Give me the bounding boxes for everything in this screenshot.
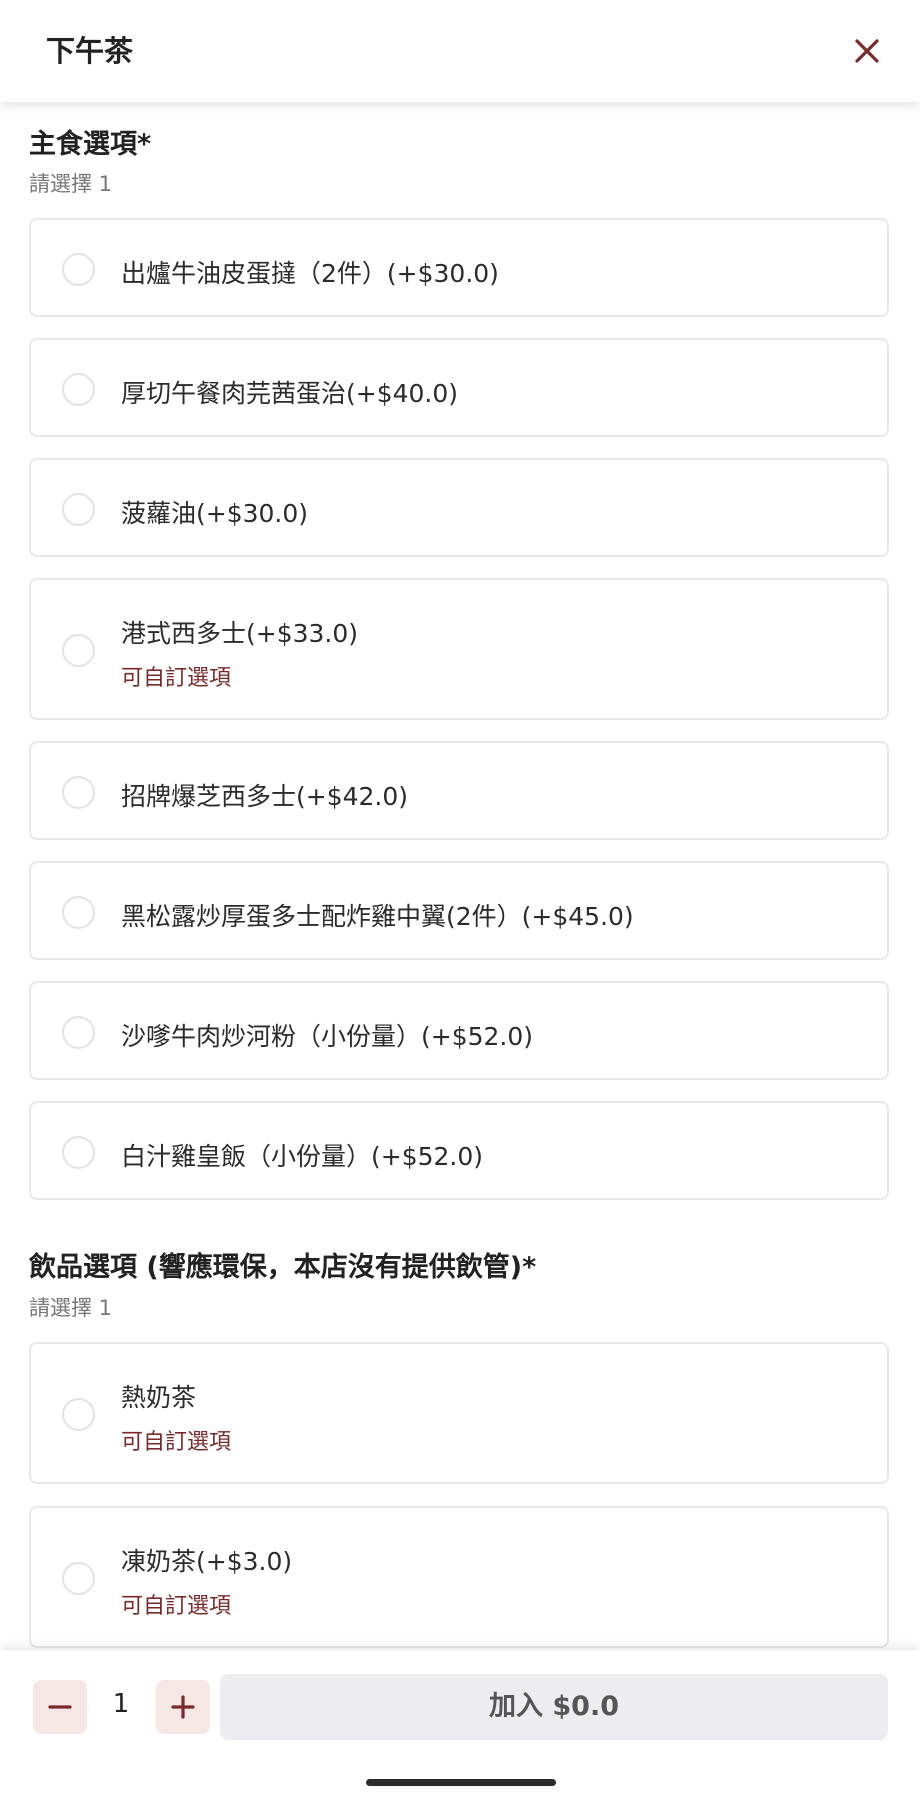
page-title: 下午茶 (46, 34, 134, 68)
modal-header: 下午茶 (0, 0, 920, 102)
radio-button[interactable] (62, 776, 95, 809)
plus-icon (171, 1695, 195, 1719)
section-subtitle-main: 請選擇 1 (29, 172, 113, 196)
option-item[interactable]: 出爐牛油皮蛋撻（2件）(+$30.0) (29, 218, 889, 317)
option-item[interactable]: 招牌爆芝西多士(+$42.0) (29, 741, 889, 840)
radio-button[interactable] (62, 634, 95, 667)
decrease-quantity-button[interactable] (33, 1680, 87, 1734)
option-label: 出爐牛油皮蛋撻（2件）(+$30.0) (121, 259, 499, 288)
option-item[interactable]: 白汁雞皇飯（小份量）(+$52.0) (29, 1101, 889, 1200)
customizable-note: 可自訂選項 (121, 1594, 232, 1619)
option-item[interactable]: 沙嗲牛肉炒河粉（小份量）(+$52.0) (29, 981, 889, 1080)
close-button[interactable] (842, 26, 892, 76)
radio-button[interactable] (62, 1136, 95, 1169)
option-item[interactable]: 黑松露炒厚蛋多士配炸雞中翼(2件）(+$45.0) (29, 861, 889, 960)
option-label: 熱奶茶 (121, 1383, 197, 1412)
option-label: 白汁雞皇飯（小份量）(+$52.0) (121, 1142, 484, 1171)
option-label: 黑松露炒厚蛋多士配炸雞中翼(2件）(+$45.0) (121, 902, 634, 931)
close-icon (855, 39, 879, 63)
radio-button[interactable] (62, 1016, 95, 1049)
option-item[interactable]: 菠蘿油(+$30.0) (29, 458, 889, 557)
option-label: 凍奶茶(+$3.0) (121, 1547, 293, 1576)
increase-quantity-button[interactable] (156, 1680, 210, 1734)
option-label: 沙嗲牛肉炒河粉（小份量）(+$52.0) (121, 1022, 534, 1051)
option-label: 厚切午餐肉芫茜蛋治(+$40.0) (121, 379, 459, 408)
quantity-value: 1 (112, 1689, 130, 1719)
option-item[interactable]: 凍奶茶(+$3.0) 可自訂選項 (29, 1506, 889, 1648)
option-item[interactable]: 港式西多士(+$33.0) 可自訂選項 (29, 578, 889, 720)
radio-button[interactable] (62, 1562, 95, 1595)
home-indicator (366, 1779, 556, 1786)
option-label: 港式西多士(+$33.0) (121, 619, 359, 648)
radio-button[interactable] (62, 493, 95, 526)
section-subtitle-drinks: 請選擇 1 (29, 1296, 113, 1320)
option-label: 菠蘿油(+$30.0) (121, 499, 309, 528)
option-label: 招牌爆芝西多士(+$42.0) (121, 782, 409, 811)
customizable-note: 可自訂選項 (121, 1430, 232, 1455)
radio-button[interactable] (62, 253, 95, 286)
radio-button[interactable] (62, 373, 95, 406)
section-title-main: 主食選項* (29, 129, 152, 160)
option-item[interactable]: 厚切午餐肉芫茜蛋治(+$40.0) (29, 338, 889, 437)
radio-button[interactable] (62, 1398, 95, 1431)
customizable-note: 可自訂選項 (121, 666, 232, 691)
option-item[interactable]: 熱奶茶 可自訂選項 (29, 1342, 889, 1484)
add-to-cart-button[interactable]: 加入 $0.0 (220, 1674, 888, 1740)
section-title-drinks: 飲品選項 (響應環保，本店沒有提供飲管)* (29, 1252, 537, 1283)
radio-button[interactable] (62, 896, 95, 929)
minus-icon (48, 1705, 72, 1709)
